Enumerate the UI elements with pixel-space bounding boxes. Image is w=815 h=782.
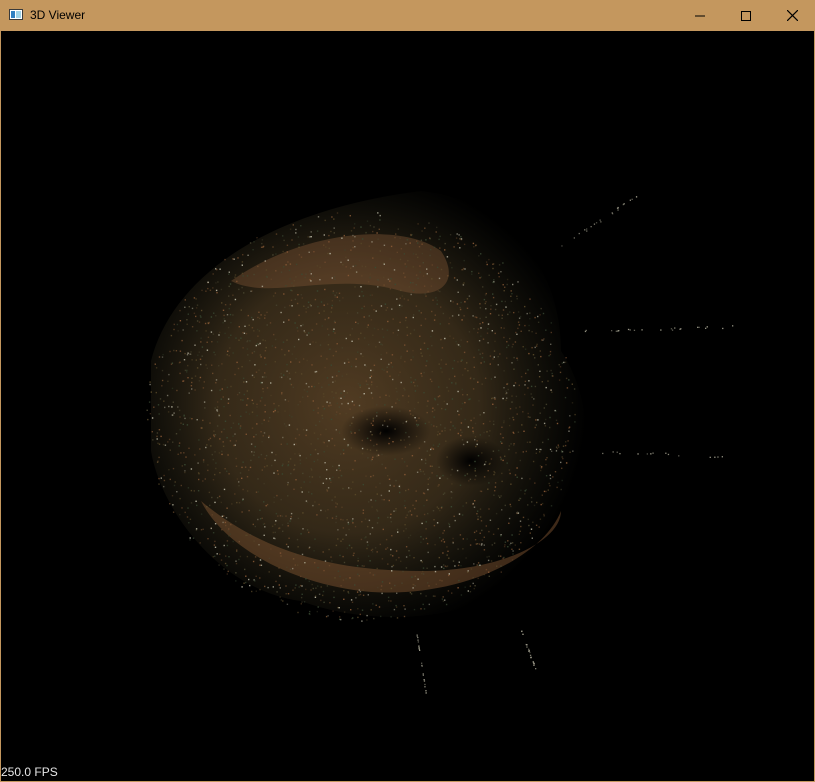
- app-window: 3D Viewer 250.0 FPS: [0, 0, 815, 782]
- minimize-button[interactable]: [677, 0, 723, 31]
- minimize-icon: [695, 11, 705, 21]
- maximize-icon: [741, 10, 751, 21]
- 3d-viewport[interactable]: 250.0 FPS: [1, 31, 814, 781]
- window-title: 3D Viewer: [30, 8, 86, 22]
- app-icon: [9, 9, 23, 20]
- close-button[interactable]: [769, 0, 815, 31]
- fps-counter: 250.0 FPS: [1, 765, 58, 779]
- close-icon: [786, 10, 798, 21]
- point-cloud-render[interactable]: [1, 31, 814, 781]
- point-cloud-mesh: [151, 191, 588, 617]
- title-bar[interactable]: 3D Viewer: [0, 0, 815, 31]
- maximize-button[interactable]: [723, 0, 769, 31]
